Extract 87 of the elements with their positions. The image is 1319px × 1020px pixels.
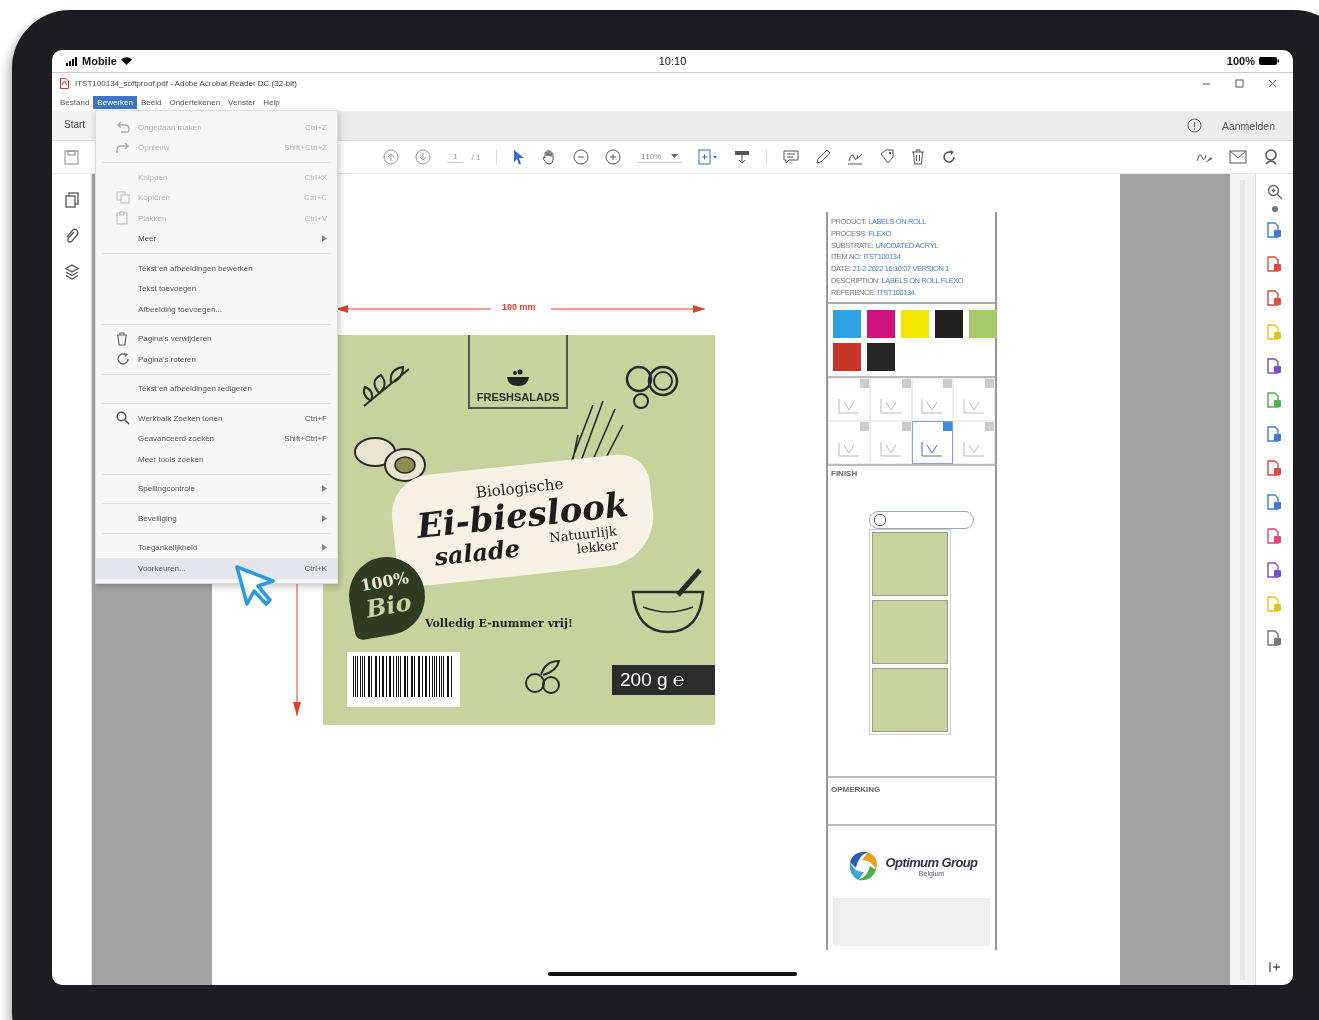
menu-item[interactable]: Meer tools zoeken [96,449,337,470]
menu-item[interactable]: Werkbalk Zoeken tonen Ctrl+F [96,408,337,429]
pages-icon[interactable] [64,192,79,208]
pointer-icon[interactable] [513,149,526,165]
maximize-icon[interactable] [1235,79,1244,88]
document-tool-icon[interactable] [1267,562,1282,578]
pdf-file-icon [60,78,69,89]
undo-icon [116,121,130,134]
submenu-arrow-icon [322,544,327,552]
caret-icon [671,154,679,159]
save-icon[interactable] [64,149,79,165]
wifi-icon [120,57,132,65]
menu-item[interactable]: Geavanceerd zoeken Shift+Ctrl+F [96,428,337,449]
menu-item[interactable]: Voorkeuren... Ctrl+K [96,558,337,579]
bowl-icon [506,369,530,387]
zoom-out-icon[interactable] [573,149,590,165]
document-tool-icon[interactable] [1267,630,1282,646]
document-tool-icon[interactable] [1267,426,1282,442]
document-tool-icon[interactable] [1267,528,1282,544]
menu-bar-item[interactable]: Help [259,96,284,109]
signal-icon [66,56,78,66]
submenu-arrow-icon [322,235,327,243]
clock-text: 10:10 [658,55,687,67]
comment-icon[interactable] [783,149,800,165]
menu-bar-item[interactable]: Venster [224,96,260,109]
clipboard-icon [116,211,128,226]
previous-page-icon[interactable] [383,149,399,165]
company-logo-text: Optimum Group [885,855,978,870]
stamp-icon[interactable] [734,149,751,165]
menu-item[interactable]: Beveiliging [96,508,337,529]
menu-bar-item[interactable]: Bestand [56,96,94,109]
window-title: ITST100134_softproof.pdf - Adobe Acrobat Reader DC (32-bit) [75,79,298,88]
tag-icon[interactable] [879,149,896,165]
document-tool-icon[interactable] [1267,392,1282,408]
menu-item[interactable]: Tekst toevoegen [96,278,337,299]
menu-item[interactable]: Meer [96,228,337,249]
menu-item[interactable]: Spellingcontrole [96,478,337,499]
pen-icon[interactable] [815,149,832,165]
submenu-arrow-icon [322,485,327,493]
carrier-text: Mobile [82,55,117,67]
brand-name: FRESHSALADS [476,391,560,403]
search-icon [116,411,130,426]
mail-icon[interactable] [1229,150,1247,164]
paperclip-icon[interactable] [64,228,79,244]
zoom-in-icon[interactable] [605,149,622,165]
menu-item[interactable]: Afbeelding toevoegen... [96,299,337,320]
menu-item[interactable]: Tekst en afbeeldingen redigeren [96,378,337,399]
rotate-icon[interactable] [941,149,958,165]
document-tool-icon[interactable] [1267,290,1282,306]
account-icon[interactable] [1263,149,1279,165]
dimension-label: 100 mm [502,302,536,312]
document-tool-icon[interactable] [1267,460,1282,476]
menu-bar-item[interactable]: Bewerken [93,96,137,109]
battery-text: 100% [1226,55,1255,67]
document-tool-icon[interactable] [1267,358,1282,374]
trash-icon[interactable] [911,149,926,165]
copy-icon [116,191,130,205]
next-page-icon[interactable] [415,149,431,165]
close-icon[interactable] [1268,79,1277,88]
document-tool-icon[interactable] [1267,494,1282,510]
sign-in-link[interactable]: Aanmelden [1221,119,1275,132]
submenu-arrow-icon [322,514,327,522]
page-count-text: / 1 [471,152,481,162]
page-fit-icon[interactable] [698,149,719,165]
menu-item[interactable]: Toegankelijkheid [96,537,337,558]
section-label: FINISH [830,468,859,480]
expand-panel-icon[interactable] [1268,961,1281,973]
zoom-dropdown[interactable]: 110% [637,151,683,163]
battery-icon [1259,57,1279,65]
menu-item[interactable]: Tekst en afbeeldingen bewerken [96,258,337,279]
unwind-direction-thumbnail[interactable] [911,421,954,464]
help-icon[interactable] [1186,118,1202,133]
menu-bar-item[interactable]: Ondertekenen [165,96,225,109]
document-tool-icon[interactable] [1267,222,1282,238]
rotate-icon [116,352,130,367]
menu-bar-item[interactable]: Beeld [136,96,166,109]
home-tab[interactable]: Start [52,111,92,140]
weight-label: 200 g ℮ [612,665,715,695]
trash-icon [116,331,128,346]
section-label: OPMERKING [830,784,882,796]
menu-item[interactable]: Pagina's roteren [96,349,337,370]
zoom-in-icon[interactable] [1266,184,1283,200]
menu-item[interactable]: Pagina's verwijderen [96,328,337,349]
scrollbar[interactable] [1230,174,1255,985]
layers-icon[interactable] [64,264,79,280]
redo-icon [116,141,130,154]
document-tool-icon[interactable] [1267,256,1282,272]
